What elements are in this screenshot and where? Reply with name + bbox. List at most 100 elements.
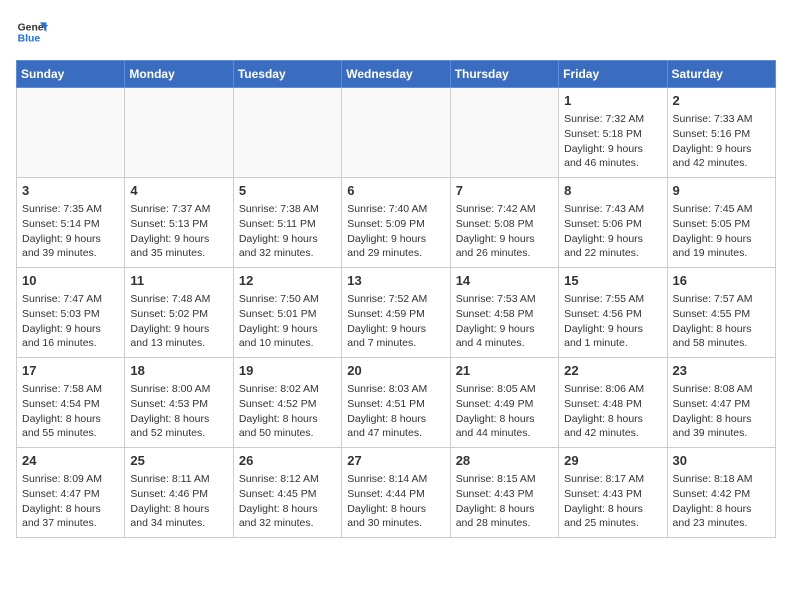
day-number: 24 xyxy=(22,452,119,470)
day-number: 26 xyxy=(239,452,336,470)
day-info: Sunrise: 7:42 AM xyxy=(456,202,553,217)
calendar-cell xyxy=(233,88,341,178)
day-info: Daylight: 9 hours and 10 minutes. xyxy=(239,322,336,351)
day-info: Sunrise: 8:18 AM xyxy=(673,472,770,487)
day-number: 14 xyxy=(456,272,553,290)
calendar-cell: 18Sunrise: 8:00 AMSunset: 4:53 PMDayligh… xyxy=(125,358,233,448)
day-info: Sunrise: 7:57 AM xyxy=(673,292,770,307)
day-info: Sunset: 4:58 PM xyxy=(456,307,553,322)
calendar-cell: 24Sunrise: 8:09 AMSunset: 4:47 PMDayligh… xyxy=(17,448,125,538)
day-info: Sunrise: 8:03 AM xyxy=(347,382,444,397)
day-info: Sunrise: 8:11 AM xyxy=(130,472,227,487)
day-number: 6 xyxy=(347,182,444,200)
day-info: Sunrise: 8:17 AM xyxy=(564,472,661,487)
day-info: Sunrise: 8:15 AM xyxy=(456,472,553,487)
day-info: Sunrise: 7:50 AM xyxy=(239,292,336,307)
calendar-cell: 16Sunrise: 7:57 AMSunset: 4:55 PMDayligh… xyxy=(667,268,775,358)
calendar-cell: 30Sunrise: 8:18 AMSunset: 4:42 PMDayligh… xyxy=(667,448,775,538)
header-saturday: Saturday xyxy=(667,61,775,88)
day-info: Sunset: 5:11 PM xyxy=(239,217,336,232)
day-number: 20 xyxy=(347,362,444,380)
day-info: Daylight: 9 hours and 35 minutes. xyxy=(130,232,227,261)
calendar-cell: 5Sunrise: 7:38 AMSunset: 5:11 PMDaylight… xyxy=(233,178,341,268)
day-number: 18 xyxy=(130,362,227,380)
calendar-cell: 29Sunrise: 8:17 AMSunset: 4:43 PMDayligh… xyxy=(559,448,667,538)
day-info: Sunset: 4:48 PM xyxy=(564,397,661,412)
day-info: Sunset: 5:08 PM xyxy=(456,217,553,232)
calendar-cell xyxy=(125,88,233,178)
day-info: Sunset: 4:44 PM xyxy=(347,487,444,502)
day-number: 16 xyxy=(673,272,770,290)
day-info: Daylight: 9 hours and 32 minutes. xyxy=(239,232,336,261)
day-info: Sunset: 4:45 PM xyxy=(239,487,336,502)
day-info: Sunrise: 7:45 AM xyxy=(673,202,770,217)
day-info: Sunset: 4:53 PM xyxy=(130,397,227,412)
day-info: Sunrise: 8:00 AM xyxy=(130,382,227,397)
day-info: Sunset: 5:14 PM xyxy=(22,217,119,232)
day-info: Daylight: 8 hours and 50 minutes. xyxy=(239,412,336,441)
day-number: 11 xyxy=(130,272,227,290)
page-header: General Blue xyxy=(16,16,776,48)
day-info: Daylight: 9 hours and 46 minutes. xyxy=(564,142,661,171)
day-info: Sunrise: 8:09 AM xyxy=(22,472,119,487)
day-info: Daylight: 8 hours and 42 minutes. xyxy=(564,412,661,441)
svg-text:Blue: Blue xyxy=(18,34,41,45)
header-tuesday: Tuesday xyxy=(233,61,341,88)
day-info: Daylight: 9 hours and 13 minutes. xyxy=(130,322,227,351)
day-info: Sunrise: 7:38 AM xyxy=(239,202,336,217)
day-info: Sunrise: 8:05 AM xyxy=(456,382,553,397)
day-info: Sunset: 5:01 PM xyxy=(239,307,336,322)
day-info: Daylight: 8 hours and 55 minutes. xyxy=(22,412,119,441)
day-info: Sunset: 4:56 PM xyxy=(564,307,661,322)
day-info: Sunrise: 7:52 AM xyxy=(347,292,444,307)
logo-icon: General Blue xyxy=(16,16,48,48)
day-info: Daylight: 8 hours and 32 minutes. xyxy=(239,502,336,531)
calendar-cell: 13Sunrise: 7:52 AMSunset: 4:59 PMDayligh… xyxy=(342,268,450,358)
day-number: 29 xyxy=(564,452,661,470)
calendar-cell: 25Sunrise: 8:11 AMSunset: 4:46 PMDayligh… xyxy=(125,448,233,538)
day-info: Sunset: 4:43 PM xyxy=(456,487,553,502)
day-number: 4 xyxy=(130,182,227,200)
day-info: Sunset: 4:55 PM xyxy=(673,307,770,322)
day-info: Sunset: 5:03 PM xyxy=(22,307,119,322)
day-info: Sunrise: 8:08 AM xyxy=(673,382,770,397)
calendar-cell: 27Sunrise: 8:14 AMSunset: 4:44 PMDayligh… xyxy=(342,448,450,538)
day-info: Daylight: 9 hours and 26 minutes. xyxy=(456,232,553,261)
day-info: Sunrise: 7:37 AM xyxy=(130,202,227,217)
day-number: 10 xyxy=(22,272,119,290)
calendar-cell: 14Sunrise: 7:53 AMSunset: 4:58 PMDayligh… xyxy=(450,268,558,358)
day-number: 2 xyxy=(673,92,770,110)
calendar-cell: 1Sunrise: 7:32 AMSunset: 5:18 PMDaylight… xyxy=(559,88,667,178)
day-info: Daylight: 8 hours and 23 minutes. xyxy=(673,502,770,531)
day-info: Daylight: 8 hours and 47 minutes. xyxy=(347,412,444,441)
day-info: Daylight: 9 hours and 4 minutes. xyxy=(456,322,553,351)
day-info: Sunset: 5:05 PM xyxy=(673,217,770,232)
calendar-cell: 20Sunrise: 8:03 AMSunset: 4:51 PMDayligh… xyxy=(342,358,450,448)
day-info: Daylight: 9 hours and 19 minutes. xyxy=(673,232,770,261)
day-info: Daylight: 8 hours and 34 minutes. xyxy=(130,502,227,531)
day-info: Sunset: 4:47 PM xyxy=(22,487,119,502)
day-info: Sunset: 5:13 PM xyxy=(130,217,227,232)
day-number: 21 xyxy=(456,362,553,380)
calendar-cell: 4 Sunrise: 7:37 AMSunset: 5:13 PMDaylight… xyxy=(125,178,233,268)
day-number: 7 xyxy=(456,182,553,200)
day-number: 19 xyxy=(239,362,336,380)
day-number: 3 xyxy=(22,182,119,200)
day-info: Sunset: 5:16 PM xyxy=(673,127,770,142)
calendar-cell: 19Sunrise: 8:02 AMSunset: 4:52 PMDayligh… xyxy=(233,358,341,448)
day-info: Sunrise: 7:35 AM xyxy=(22,202,119,217)
day-info: Sunrise: 7:47 AM xyxy=(22,292,119,307)
day-info: Sunrise: 7:32 AM xyxy=(564,112,661,127)
calendar-cell: 17Sunrise: 7:58 AMSunset: 4:54 PMDayligh… xyxy=(17,358,125,448)
calendar-cell xyxy=(17,88,125,178)
day-info: Sunset: 5:02 PM xyxy=(130,307,227,322)
calendar-cell: 6Sunrise: 7:40 AMSunset: 5:09 PMDaylight… xyxy=(342,178,450,268)
calendar-week-4: 17Sunrise: 7:58 AMSunset: 4:54 PMDayligh… xyxy=(17,358,776,448)
day-info: Sunrise: 8:12 AM xyxy=(239,472,336,487)
day-info: Sunrise: 7:43 AM xyxy=(564,202,661,217)
calendar-cell: 11Sunrise: 7:48 AMSunset: 5:02 PMDayligh… xyxy=(125,268,233,358)
day-number: 8 xyxy=(564,182,661,200)
calendar-cell: 9Sunrise: 7:45 AMSunset: 5:05 PMDaylight… xyxy=(667,178,775,268)
day-number: 12 xyxy=(239,272,336,290)
day-info: Sunrise: 8:02 AM xyxy=(239,382,336,397)
